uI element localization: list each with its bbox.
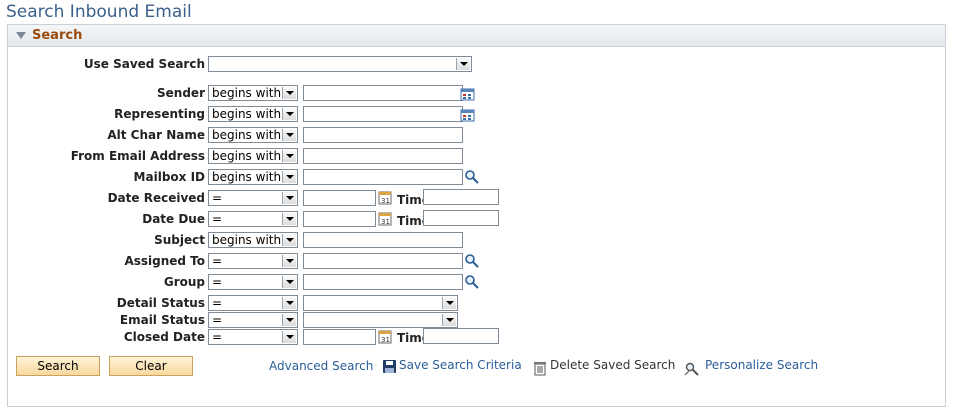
chevron-down-icon[interactable] xyxy=(282,129,296,141)
chevron-down-icon[interactable] xyxy=(282,297,296,309)
page-title: Search Inbound Email xyxy=(6,2,192,22)
magnifier-icon[interactable] xyxy=(464,274,480,290)
svg-text:31: 31 xyxy=(381,336,390,344)
closed-date-operator-select[interactable]: = xyxy=(208,329,298,345)
chevron-down-icon[interactable] xyxy=(456,58,470,70)
search-button[interactable]: Search xyxy=(16,356,100,376)
sender-operator-select[interactable]: begins with xyxy=(208,85,298,101)
assigned-to-label: Assigned To xyxy=(124,254,205,268)
chevron-down-icon[interactable] xyxy=(282,192,296,204)
chevron-down-icon[interactable] xyxy=(282,150,296,162)
trash-icon[interactable] xyxy=(532,360,548,376)
representing-label: Representing xyxy=(114,107,205,121)
calendar-icon[interactable]: 31 xyxy=(378,190,394,206)
date-due-operator-select[interactable]: = xyxy=(208,211,298,227)
chevron-down-icon[interactable] xyxy=(282,314,296,326)
detail-status-value-select[interactable] xyxy=(303,295,458,311)
search-panel-label: Search xyxy=(32,28,83,43)
group-input[interactable] xyxy=(303,274,463,290)
calendar-icon[interactable]: 31 xyxy=(378,211,394,227)
email-status-value-select[interactable] xyxy=(303,312,458,328)
email-status-operator-select[interactable]: = xyxy=(208,312,298,328)
representing-operator-select[interactable]: begins with xyxy=(208,106,298,122)
closed-date-label: Closed Date xyxy=(123,330,205,344)
alt-char-name-operator-select[interactable]: begins with xyxy=(208,127,298,143)
date-received-label: Date Received xyxy=(107,191,205,205)
mailbox-id-input[interactable] xyxy=(303,169,463,185)
from-email-input[interactable] xyxy=(303,148,463,164)
chevron-down-icon[interactable] xyxy=(282,255,296,267)
group-operator-select[interactable]: = xyxy=(208,274,298,290)
detail-status-label: Detail Status xyxy=(116,296,205,310)
date-received-operator-select[interactable]: = xyxy=(208,190,298,206)
chevron-down-icon[interactable] xyxy=(282,108,296,120)
lookup-person-icon[interactable] xyxy=(460,108,476,124)
calendar-icon[interactable]: 31 xyxy=(378,329,394,345)
sender-label: Sender xyxy=(157,86,205,100)
assigned-to-input[interactable] xyxy=(303,253,463,269)
subject-input[interactable] xyxy=(303,232,463,248)
mailbox-id-label: Mailbox ID xyxy=(133,170,205,184)
svg-text:31: 31 xyxy=(381,197,390,205)
chevron-down-icon[interactable] xyxy=(282,276,296,288)
clear-button[interactable]: Clear xyxy=(109,356,193,376)
chevron-down-icon[interactable] xyxy=(282,234,296,246)
date-received-time-input[interactable] xyxy=(423,189,499,205)
subject-operator-select[interactable]: begins with xyxy=(208,232,298,248)
detail-status-operator-select[interactable]: = xyxy=(208,295,298,311)
date-received-input[interactable] xyxy=(303,190,376,206)
chevron-down-icon[interactable] xyxy=(282,171,296,183)
magnifier-icon[interactable] xyxy=(464,253,480,269)
personalize-search-link[interactable]: Personalize Search xyxy=(705,358,818,372)
group-label: Group xyxy=(163,275,205,289)
search-panel-header[interactable]: Search xyxy=(8,25,945,47)
chevron-down-icon[interactable] xyxy=(442,314,456,326)
alt-char-name-input[interactable] xyxy=(303,127,463,143)
personalize-icon[interactable] xyxy=(684,361,700,377)
svg-text:31: 31 xyxy=(381,218,390,226)
closed-date-time-input[interactable] xyxy=(423,328,499,344)
mailbox-id-operator-select[interactable]: begins with xyxy=(208,169,298,185)
use-saved-search-label: Use Saved Search xyxy=(83,57,205,71)
chevron-down-icon[interactable] xyxy=(442,297,456,309)
alt-char-name-label: Alt Char Name xyxy=(107,128,205,142)
delete-saved-search-text[interactable]: Delete Saved Search xyxy=(550,358,675,372)
chevron-down-icon[interactable] xyxy=(282,87,296,99)
from-email-operator-select[interactable]: begins with xyxy=(208,148,298,164)
assigned-to-operator-select[interactable]: = xyxy=(208,253,298,269)
magnifier-icon[interactable] xyxy=(464,169,480,185)
save-icon[interactable] xyxy=(382,359,398,375)
email-status-label: Email Status xyxy=(119,313,205,327)
saved-search-select[interactable] xyxy=(208,56,472,72)
date-due-label: Date Due xyxy=(142,212,205,226)
from-email-label: From Email Address xyxy=(70,149,205,163)
closed-date-input[interactable] xyxy=(303,329,376,345)
chevron-down-icon[interactable] xyxy=(282,331,296,343)
collapse-triangle-icon[interactable] xyxy=(16,32,26,39)
advanced-search-link[interactable]: Advanced Search xyxy=(269,359,373,373)
sender-input[interactable] xyxy=(303,85,463,101)
save-search-criteria-link[interactable]: Save Search Criteria xyxy=(399,358,522,372)
representing-input[interactable] xyxy=(303,106,463,122)
subject-label: Subject xyxy=(154,233,205,247)
chevron-down-icon[interactable] xyxy=(282,213,296,225)
date-due-time-input[interactable] xyxy=(423,210,499,226)
lookup-person-icon[interactable] xyxy=(460,87,476,103)
date-due-input[interactable] xyxy=(303,211,376,227)
